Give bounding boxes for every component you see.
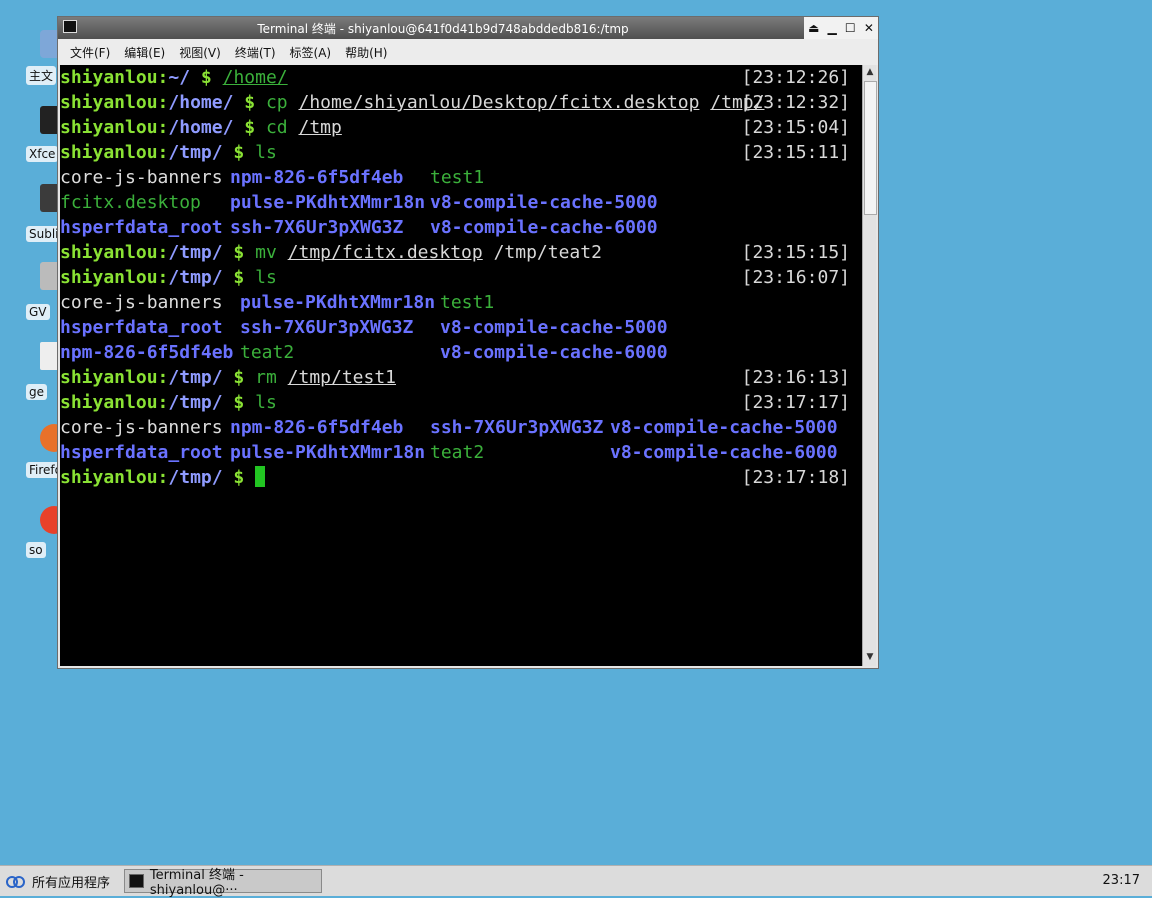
ls-output-row: core-js-banners npm-826-6f5df4eb ssh-7X6Ur… <box>60 417 838 438</box>
ls-output-row: core-js-banners pulse-PKdhtXMmr18n test1 <box>60 292 495 313</box>
prompt-line: shiyanlou:/home/ $ cd /tmp [23:15:04] <box>60 117 850 138</box>
ls-output-row: hsperfdata_root ssh-7X6Ur3pXWG3Z v8-compil… <box>60 317 668 338</box>
timestamp: [23:16:13] <box>741 367 850 388</box>
ls-output-row: hsperfdata_root ssh-7X6Ur3pXWG3Z v8-compil… <box>60 217 658 238</box>
terminal-window[interactable]: Terminal 终端 - shiyanlou@641f0d41b9d748ab… <box>57 16 879 669</box>
desktop-icon-label: GV <box>26 304 50 320</box>
window-titlebar[interactable]: Terminal 终端 - shiyanlou@641f0d41b9d748ab… <box>58 17 878 39</box>
ls-output-row: npm-826-6f5df4eb teat2 v8-compile-cache-60… <box>60 342 668 363</box>
window-controls: ⏏ ▁ ☐ ✕ <box>804 17 878 39</box>
menu-edit[interactable]: 编辑(E) <box>124 44 165 61</box>
scroll-down-icon[interactable]: ▼ <box>864 652 876 664</box>
shade-icon[interactable]: ⏏ <box>808 21 819 35</box>
scroll-up-icon[interactable]: ▲ <box>864 67 876 79</box>
timestamp: [23:12:26] <box>741 67 850 88</box>
prompt-line: shiyanlou:/tmp/ $ ls [23:15:11] <box>60 142 850 163</box>
prompt-line-current: shiyanlou:/tmp/ $ [23:17:18] <box>60 466 850 488</box>
ls-output-row: hsperfdata_root pulse-PKdhtXMmr18n teat2 v8… <box>60 442 838 463</box>
desktop-icon-label: ge <box>26 384 47 400</box>
timestamp: [23:17:17] <box>741 392 850 413</box>
ls-output-row: fcitx.desktop pulse-PKdhtXMmr18n v8-compil… <box>60 192 658 213</box>
menu-file[interactable]: 文件(F) <box>70 44 110 61</box>
prompt-line: shiyanlou:~/ $ /home/[23:12:26] <box>60 67 850 88</box>
timestamp: [23:15:15] <box>741 242 850 263</box>
apps-menu-button[interactable]: 所有应用程序 <box>6 872 110 891</box>
timestamp: [23:12:32] <box>741 92 850 113</box>
prompt-line: shiyanlou:/home/ $ cp /home/shiyanlou/De… <box>60 92 850 113</box>
prompt-line: shiyanlou:/tmp/ $ mv /tmp/fcitx.desktop … <box>60 242 850 263</box>
prompt-line: shiyanlou:/tmp/ $ rm /tmp/test1 [23:16:13… <box>60 367 850 388</box>
terminal-output[interactable]: shiyanlou:~/ $ /home/[23:12:26] shiyanlo… <box>60 65 862 666</box>
menu-view[interactable]: 视图(V) <box>179 44 221 61</box>
minimize-icon[interactable]: ▁ <box>828 21 837 35</box>
taskbar-item-terminal[interactable]: Terminal 终端 - shiyanlou@··· <box>124 868 322 898</box>
taskbar-item-label: Terminal 终端 - shiyanlou@··· <box>149 868 244 898</box>
timestamp: [23:15:11] <box>741 142 850 163</box>
desktop-icon-label: Xfce <box>26 146 59 162</box>
timestamp: [23:16:07] <box>741 267 850 288</box>
timestamp: [23:15:04] <box>741 117 850 138</box>
scrollbar-thumb[interactable] <box>864 81 877 215</box>
apps-menu-icon <box>6 875 25 889</box>
desktop-icon-label: 主文 <box>26 66 57 85</box>
maximize-icon[interactable]: ☐ <box>845 21 856 35</box>
apps-menu-label: 所有应用程序 <box>32 876 111 891</box>
prompt-line: shiyanlou:/tmp/ $ ls [23:16:07] <box>60 267 850 288</box>
terminal-icon <box>63 20 77 33</box>
menu-terminal[interactable]: 终端(T) <box>235 44 276 61</box>
desktop-icon-label: so <box>26 542 46 558</box>
clock: 23:17 <box>1102 873 1140 888</box>
text-cursor <box>255 466 266 487</box>
menu-tabs[interactable]: 标签(A) <box>290 44 332 61</box>
terminal-icon <box>129 874 144 888</box>
timestamp: [23:17:18] <box>741 467 850 488</box>
menu-help[interactable]: 帮助(H) <box>345 44 387 61</box>
taskbar: 所有应用程序 Terminal 终端 - shiyanlou@··· 23:17 <box>0 865 1152 898</box>
close-icon[interactable]: ✕ <box>864 21 874 35</box>
menubar: 文件(F) 编辑(E) 视图(V) 终端(T) 标签(A) 帮助(H) <box>58 39 878 65</box>
prompt-line: shiyanlou:/tmp/ $ ls [23:17:17] <box>60 392 850 413</box>
ls-output-row: core-js-banners npm-826-6f5df4eb test1 <box>60 167 485 188</box>
window-title: Terminal 终端 - shiyanlou@641f0d41b9d748ab… <box>257 22 629 36</box>
vertical-scrollbar[interactable]: ▲ ▼ <box>862 65 877 666</box>
